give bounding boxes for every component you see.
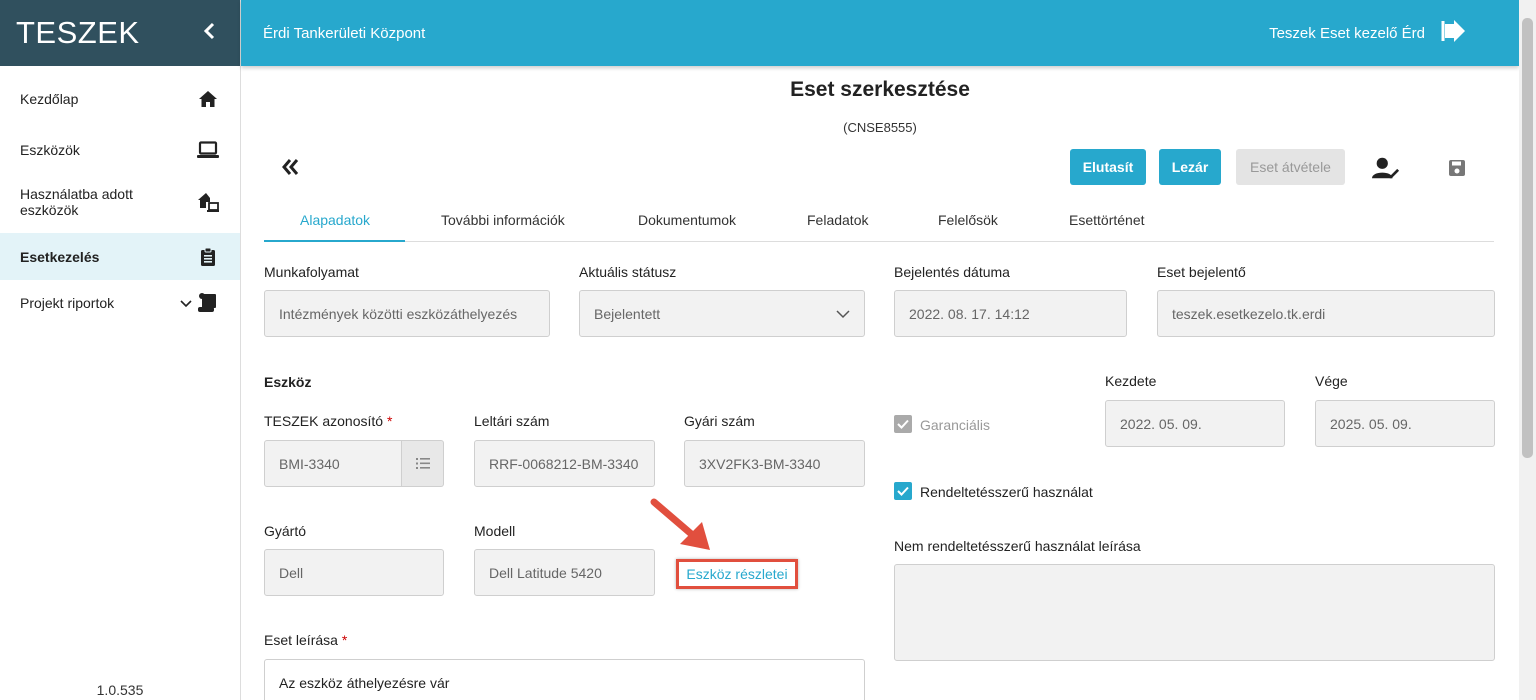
- sidebar-item-devices[interactable]: Eszközök: [0, 128, 240, 171]
- list-icon[interactable]: [402, 440, 444, 487]
- report-date-field: 2022. 08. 17. 14:12: [894, 290, 1127, 337]
- sidebar-item-home[interactable]: Kezdőlap: [0, 66, 240, 132]
- status-select[interactable]: Bejelentett: [579, 290, 865, 337]
- workflow-field: Intézmények közötti eszközáthelyezés: [264, 290, 550, 337]
- case-desc-label: Eset leírása *: [264, 632, 347, 648]
- warranty-label: Garanciális: [920, 417, 991, 433]
- page-title: Eset szerkesztése: [790, 78, 970, 101]
- laptop-icon: [196, 138, 220, 162]
- inventory-no-label: Leltári szám: [474, 413, 550, 429]
- tab-tasks[interactable]: Feladatok: [807, 212, 868, 228]
- chevron-down-icon: [836, 306, 850, 322]
- scroll-icon: [196, 291, 220, 315]
- sidebar-item-case-management[interactable]: Esetkezelés: [0, 233, 240, 280]
- current-user[interactable]: Teszek Eset kezelő Érd: [1269, 25, 1425, 42]
- double-chevron-left-icon[interactable]: [281, 154, 301, 180]
- model-field: Dell Latitude 5420: [474, 549, 655, 596]
- model-label: Modell: [474, 523, 516, 539]
- user-edit-icon[interactable]: [1372, 154, 1400, 182]
- app-version: 1.0.535: [96, 682, 144, 698]
- case-id: (CNSE8555): [843, 120, 917, 135]
- status-label: Aktuális státusz: [579, 264, 677, 280]
- page-scrollbar[interactable]: [1519, 0, 1536, 700]
- manufacturer-label: Gyártó: [264, 523, 307, 539]
- tab-documents[interactable]: Dokumentumok: [638, 212, 736, 228]
- sidebar-item-label: Esetkezelés: [20, 248, 100, 265]
- active-tab-indicator: [264, 240, 405, 242]
- house-device-icon: [196, 190, 220, 214]
- intended-use-checkbox[interactable]: [894, 482, 912, 500]
- case-desc-label-text: Eset leírása: [264, 632, 338, 648]
- teszek-id-label: TESZEK azonosító *: [264, 413, 392, 429]
- tab-case-history[interactable]: Esettörténet: [1069, 212, 1145, 228]
- home-icon: [196, 87, 220, 111]
- take-over-button[interactable]: Eset átvétele: [1236, 149, 1345, 185]
- required-mark: *: [386, 413, 393, 429]
- misuse-desc-label: Nem rendeltetésszerű használat leírása: [894, 538, 1141, 554]
- end-label: Vége: [1315, 373, 1348, 389]
- manufacturer-field: Dell: [264, 549, 444, 596]
- tab-basic-data[interactable]: Alapadatok: [300, 212, 370, 228]
- required-mark: *: [341, 632, 348, 648]
- status-value: Bejelentett: [594, 305, 661, 322]
- sign-out-icon[interactable]: [1441, 19, 1471, 47]
- sidebar-item-label: Projekt riportok: [20, 295, 115, 311]
- scrollbar-thumb[interactable]: [1522, 18, 1533, 458]
- workflow-label: Munkafolyamat: [264, 264, 359, 280]
- sidebar-item-label: Használatba adott eszközök: [20, 186, 133, 218]
- inventory-no-field: RRF-0068212-BM-3340: [474, 440, 655, 487]
- main-content: Eset szerkesztése (CNSE8555) Elutasít Le…: [241, 66, 1519, 700]
- save-icon[interactable]: [1443, 154, 1471, 182]
- reporter-label: Eset bejelentő: [1157, 264, 1246, 280]
- sidebar-item-project-reports[interactable]: Projekt riportok: [0, 280, 240, 326]
- annotation-arrow: [650, 498, 710, 550]
- case-desc-textarea[interactable]: Az eszköz áthelyezésre vár: [264, 659, 865, 700]
- reject-button[interactable]: Elutasít: [1070, 149, 1146, 185]
- tab-more-info[interactable]: További információk: [441, 212, 565, 228]
- intended-use-label: Rendeltetésszerű használat: [920, 484, 1093, 500]
- device-details-link[interactable]: Eszköz részletei: [686, 566, 787, 582]
- top-bar: Érdi Tankerületi Központ Teszek Eset kez…: [241, 0, 1519, 66]
- close-button[interactable]: Lezár: [1159, 149, 1221, 185]
- organization-name: Érdi Tankerületi Központ: [263, 24, 426, 42]
- tab-responsibles[interactable]: Felelősök: [938, 212, 998, 228]
- start-date-field: 2022. 05. 09.: [1105, 400, 1285, 447]
- tab-bar: Alapadatok További információk Dokumentu…: [264, 204, 1494, 242]
- reporter-field: teszek.esetkezelo.tk.erdi: [1157, 290, 1495, 337]
- report-date-label: Bejelentés dátuma: [894, 264, 1010, 280]
- warranty-checkbox[interactable]: [894, 415, 912, 433]
- sidebar-item-label: Eszközök: [20, 141, 80, 158]
- misuse-desc-textarea: [894, 564, 1495, 661]
- serial-no-label: Gyári szám: [684, 413, 755, 429]
- teszek-id-field: BMI-3340: [264, 440, 402, 487]
- clipboard-icon: [196, 245, 220, 269]
- teszek-id-label-text: TESZEK azonosító: [264, 413, 384, 429]
- device-section-title: Eszköz: [264, 374, 312, 390]
- sidebar-item-label: Kezdőlap: [20, 91, 79, 107]
- sidebar: TESZEK Kezdőlap Eszközök Használatba ado…: [0, 0, 241, 700]
- chevron-left-icon[interactable]: [202, 20, 216, 46]
- sidebar-header: TESZEK: [0, 0, 240, 66]
- serial-no-field: 3XV2FK3-BM-3340: [684, 440, 865, 487]
- chevron-down-icon[interactable]: [180, 295, 192, 311]
- start-label: Kezdete: [1105, 373, 1157, 389]
- end-date-field: 2025. 05. 09.: [1315, 400, 1495, 447]
- sidebar-item-assigned-devices[interactable]: Használatba adott eszközök: [0, 171, 240, 233]
- brand-logo[interactable]: TESZEK: [16, 15, 140, 51]
- device-details-highlight: Eszköz részletei: [676, 559, 798, 589]
